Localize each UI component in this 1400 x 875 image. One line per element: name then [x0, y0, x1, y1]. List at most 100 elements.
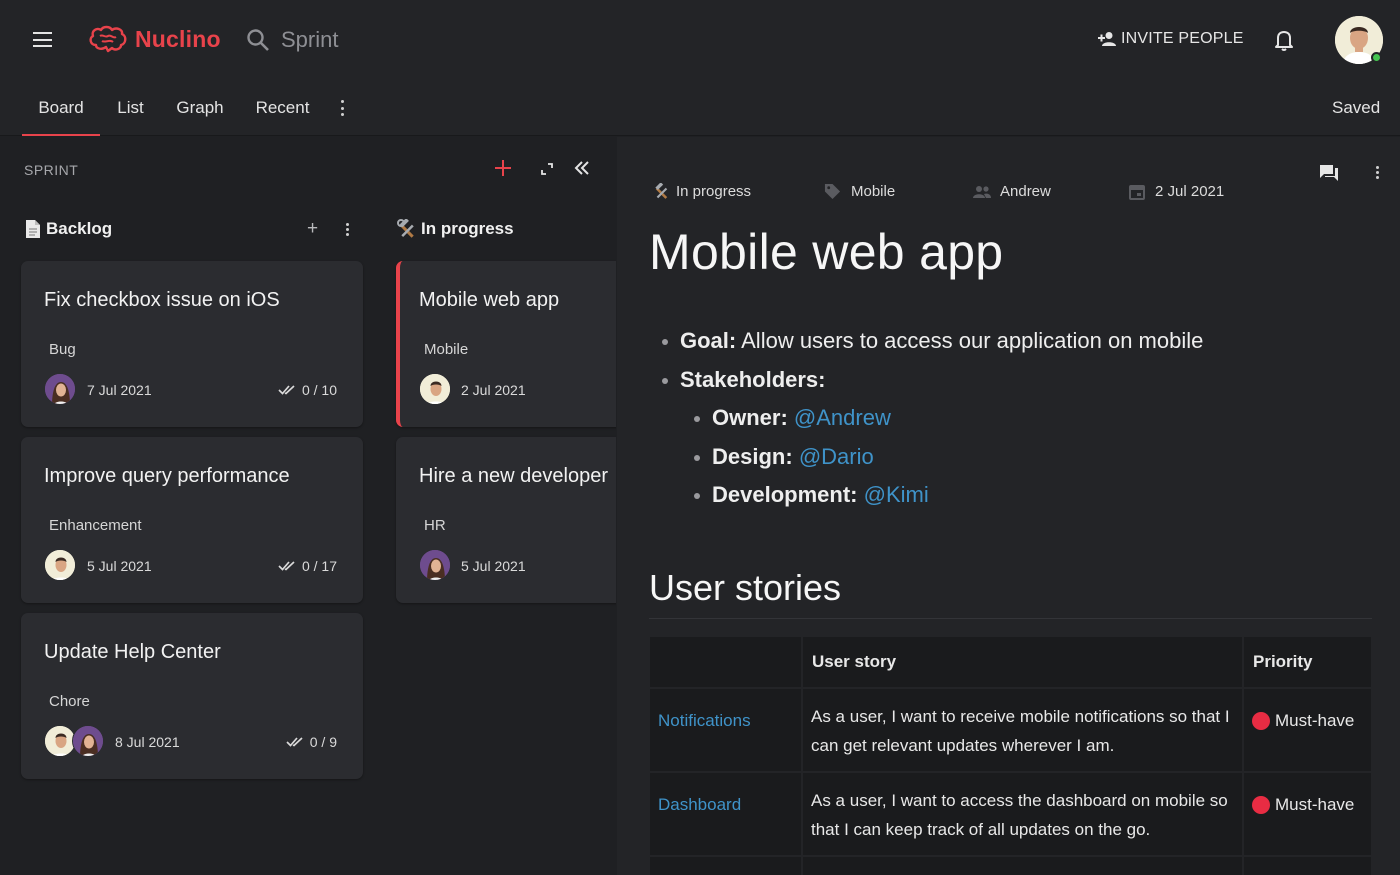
- add-card-button[interactable]: +: [307, 219, 318, 238]
- add-person-icon: [1098, 32, 1116, 46]
- people-icon: [973, 186, 991, 198]
- double-check-icon: [278, 385, 295, 395]
- priority-label: Must-have: [1275, 795, 1355, 814]
- column-title: In progress: [421, 219, 514, 238]
- card-tag: HR: [424, 517, 446, 534]
- section-heading: User stories: [649, 567, 842, 608]
- calendar-icon: [1129, 184, 1145, 200]
- checklist-progress: 0 / 9: [286, 734, 337, 750]
- hammer-wrench-icon: [397, 219, 414, 238]
- table-header-row: User story Priority: [648, 635, 1373, 689]
- top-bar: Nuclino Sprint INVITE PEOPLE: [0, 0, 1400, 80]
- card-date: 5 Jul 2021: [87, 558, 152, 574]
- double-check-icon: [278, 561, 295, 571]
- date-value: 2 Jul 2021: [1155, 183, 1225, 200]
- tag-value: Mobile: [851, 183, 896, 200]
- checklist-progress: 0 / 17: [278, 558, 337, 574]
- owner-label: Owner:: [712, 405, 788, 430]
- hammer-wrench-icon: [655, 183, 668, 199]
- meta-date[interactable]: 2 Jul 2021: [1129, 183, 1224, 200]
- development-label: Development:: [712, 482, 858, 507]
- story-link-dashboard[interactable]: Dashboard: [658, 795, 741, 814]
- card-tag: Enhancement: [49, 517, 142, 534]
- meta-status[interactable]: In progress: [653, 183, 751, 200]
- column-header-in-progress: In progress: [397, 219, 514, 239]
- development-mention[interactable]: @Kimi: [864, 482, 929, 507]
- more-options-icon[interactable]: [339, 100, 345, 116]
- priority-dot-icon: [1252, 795, 1270, 814]
- design-item: Design: @Dario: [662, 438, 1203, 477]
- board-title: SPRINT: [24, 162, 79, 178]
- card-tag: Bug: [49, 341, 76, 358]
- tab-graph[interactable]: Graph: [176, 80, 224, 136]
- comments-icon[interactable]: [1319, 164, 1339, 182]
- checklist-progress: 0 / 10: [278, 382, 337, 398]
- design-mention[interactable]: @Dario: [799, 444, 874, 469]
- menu-icon[interactable]: [33, 32, 52, 47]
- development-item: Development: @Kimi: [662, 476, 1203, 515]
- table-header-cell: Priority: [1242, 635, 1373, 689]
- tab-recent[interactable]: Recent: [255, 80, 310, 136]
- invite-people-button[interactable]: INVITE PEOPLE: [1097, 30, 1244, 48]
- sprint-board: SPRINT Backlog + Fix checkbox issue on i…: [0, 137, 616, 875]
- card-date: 7 Jul 2021: [87, 382, 152, 398]
- stakeholders-item: Stakeholders:: [662, 361, 1203, 400]
- owner-mention[interactable]: @Andrew: [794, 405, 891, 430]
- goal-text: Allow users to access our application on…: [736, 328, 1204, 353]
- document-options-icon[interactable]: [1374, 166, 1380, 179]
- table-row: Dashboard As a user, I want to access th…: [648, 771, 1373, 857]
- tab-list[interactable]: List: [116, 80, 145, 136]
- card-fix-checkbox[interactable]: Fix checkbox issue on iOS Bug 7 Jul 2021…: [21, 261, 363, 427]
- card-hire-developer[interactable]: Hire a new developer HR 5 Jul 2021: [396, 437, 616, 603]
- assignee-value: Andrew: [1000, 183, 1051, 200]
- table-header-cell: [648, 635, 803, 689]
- card-title: Update Help Center: [44, 641, 221, 663]
- checklist-count: 0 / 17: [301, 558, 337, 574]
- card-title: Mobile web app: [419, 289, 560, 311]
- checklist-count: 0 / 9: [309, 734, 337, 750]
- app-name: Nuclino: [135, 25, 221, 52]
- user-stories-table: User story Priority Notifications As a u…: [648, 635, 1373, 875]
- card-title: Improve query performance: [44, 465, 290, 487]
- table-row: [648, 855, 1373, 875]
- goal-item: Goal: Allow users to access our applicat…: [662, 322, 1203, 361]
- invite-label: INVITE PEOPLE: [1121, 30, 1244, 47]
- checklist-count: 0 / 10: [301, 382, 337, 398]
- table-row: Notifications As a user, I want to recei…: [648, 687, 1373, 773]
- search-icon: [247, 29, 269, 51]
- column-title: Backlog: [46, 219, 113, 238]
- card-improve-query[interactable]: Improve query performance Enhancement 5 …: [21, 437, 363, 603]
- document-title[interactable]: Mobile web app: [649, 223, 1003, 281]
- priority-label: Must-have: [1275, 711, 1355, 730]
- online-status-dot: [1371, 52, 1382, 63]
- story-text: As a user, I want to access the dashboar…: [801, 771, 1244, 857]
- avatar: [419, 549, 451, 581]
- meta-tag[interactable]: Mobile: [824, 183, 895, 200]
- add-item-button[interactable]: [494, 159, 512, 177]
- page-icon: [26, 220, 40, 238]
- expand-icon[interactable]: [540, 162, 554, 176]
- view-tabs-bar: Board List Graph Recent Saved: [0, 80, 1400, 136]
- table-header-cell: User story: [801, 635, 1244, 689]
- card-date: 2 Jul 2021: [461, 382, 526, 398]
- collapse-panel-icon[interactable]: [574, 161, 590, 175]
- column-options-icon[interactable]: [344, 223, 350, 236]
- section-divider: [649, 618, 1372, 619]
- card-update-help-center[interactable]: Update Help Center Chore 8 Jul 2021 0 / …: [21, 613, 363, 779]
- app-logo[interactable]: Nuclino: [88, 24, 221, 54]
- bell-icon[interactable]: [1274, 29, 1294, 51]
- story-link-notifications[interactable]: Notifications: [658, 711, 751, 730]
- double-check-icon: [286, 737, 303, 747]
- avatar: [44, 549, 76, 581]
- stakeholders-label: Stakeholders:: [680, 366, 826, 392]
- search-field[interactable]: Sprint: [246, 27, 338, 53]
- tab-board[interactable]: Board: [22, 80, 100, 136]
- priority-badge: Must-have: [1252, 706, 1363, 735]
- story-text: As a user, I want to receive mobile noti…: [801, 687, 1244, 773]
- search-text: Sprint: [281, 27, 339, 52]
- card-mobile-web-app[interactable]: Mobile web app Mobile 2 Jul 2021: [396, 261, 616, 427]
- card-date: 8 Jul 2021: [115, 734, 180, 750]
- meta-assignee[interactable]: Andrew: [973, 183, 1051, 200]
- design-label: Design:: [712, 443, 793, 469]
- card-tag: Mobile: [424, 341, 469, 358]
